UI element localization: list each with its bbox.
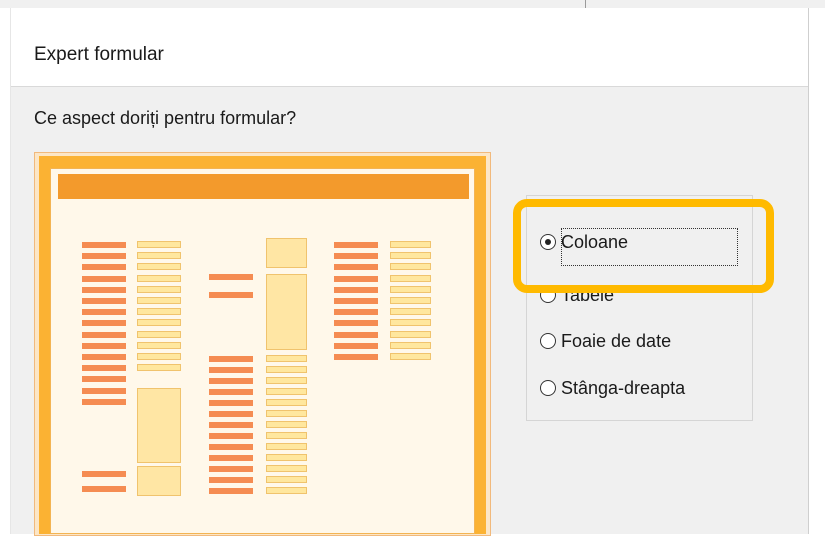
radio-foaie-de-date[interactable] <box>540 333 556 349</box>
preview-label <box>82 320 126 327</box>
preview-label <box>209 433 253 439</box>
preview-field <box>266 454 307 461</box>
preview-label <box>82 286 126 293</box>
top-bar <box>0 0 825 8</box>
preview-label <box>209 455 253 461</box>
dialog-title: Expert formular <box>34 44 164 65</box>
preview-field <box>266 377 307 384</box>
preview-form-header <box>58 174 469 199</box>
preview-label <box>82 242 126 248</box>
preview-label <box>82 342 126 349</box>
preview-label <box>82 486 126 492</box>
preview-label <box>209 466 253 472</box>
preview-label <box>334 342 378 349</box>
preview-field <box>266 443 307 450</box>
preview-memo-field <box>137 388 181 463</box>
preview-label <box>82 376 126 383</box>
preview-label <box>82 331 126 338</box>
layout-preview-form <box>50 168 475 534</box>
preview-field <box>137 297 181 304</box>
preview-label <box>82 264 126 271</box>
preview-label <box>209 400 253 406</box>
preview-label <box>82 471 126 477</box>
preview-label <box>209 477 253 483</box>
preview-label <box>82 309 126 316</box>
preview-field <box>137 252 181 260</box>
preview-field <box>266 388 307 395</box>
preview-memo-field <box>266 274 307 350</box>
preview-field <box>137 330 181 338</box>
preview-field <box>390 274 431 282</box>
preview-label <box>82 253 126 260</box>
preview-field <box>266 410 307 417</box>
preview-label <box>334 298 378 304</box>
preview-label <box>82 365 126 372</box>
preview-field <box>266 355 307 362</box>
preview-field <box>390 263 431 271</box>
preview-label <box>209 378 253 384</box>
preview-field <box>137 353 181 360</box>
option-label-foaie-de-date: Foaie de date <box>561 331 672 351</box>
preview-label <box>209 389 253 395</box>
radio-stanga-dreapta[interactable] <box>540 380 556 396</box>
preview-label <box>82 275 126 282</box>
preview-label <box>82 298 126 304</box>
preview-label <box>209 411 253 417</box>
preview-field <box>390 353 431 360</box>
highlight-callout <box>513 199 774 293</box>
preview-field <box>266 366 307 373</box>
preview-label <box>209 367 253 373</box>
preview-label <box>334 309 378 316</box>
preview-field <box>390 285 431 293</box>
option-label-stanga-dreapta: Stânga-dreapta <box>561 378 686 398</box>
preview-label <box>334 264 378 271</box>
preview-field <box>137 308 181 316</box>
preview-field <box>390 330 431 338</box>
preview-field <box>266 465 307 472</box>
preview-field <box>266 487 307 494</box>
preview-label <box>82 398 126 405</box>
preview-field-block <box>266 238 307 268</box>
preview-field <box>266 476 307 483</box>
preview-label <box>334 354 378 360</box>
preview-image-field <box>137 466 181 496</box>
preview-label <box>209 274 253 280</box>
preview-field <box>390 297 431 304</box>
preview-field <box>390 252 431 260</box>
preview-label <box>334 253 378 260</box>
preview-label <box>209 488 253 494</box>
preview-label <box>82 354 126 360</box>
divider <box>585 0 586 8</box>
preview-label <box>209 356 253 362</box>
preview-field <box>137 263 181 271</box>
preview-label <box>334 286 378 293</box>
preview-field <box>137 285 181 293</box>
preview-field <box>137 319 181 327</box>
preview-field <box>266 399 307 406</box>
preview-field <box>137 364 181 372</box>
preview-field <box>266 432 307 439</box>
preview-label <box>334 242 378 248</box>
preview-field <box>390 319 431 327</box>
preview-field <box>390 341 431 349</box>
preview-field <box>137 274 181 282</box>
preview-field <box>390 308 431 316</box>
preview-label <box>209 292 253 298</box>
preview-label <box>334 275 378 282</box>
preview-label <box>82 387 126 394</box>
preview-label <box>209 422 253 428</box>
preview-field <box>390 241 431 248</box>
preview-field <box>137 241 181 248</box>
preview-label <box>334 331 378 338</box>
preview-label <box>209 444 253 450</box>
preview-label <box>334 320 378 327</box>
preview-field <box>266 421 307 428</box>
window-edge-right <box>808 8 809 534</box>
preview-field <box>137 341 181 349</box>
layout-question: Ce aspect doriți pentru formular? <box>34 108 297 128</box>
